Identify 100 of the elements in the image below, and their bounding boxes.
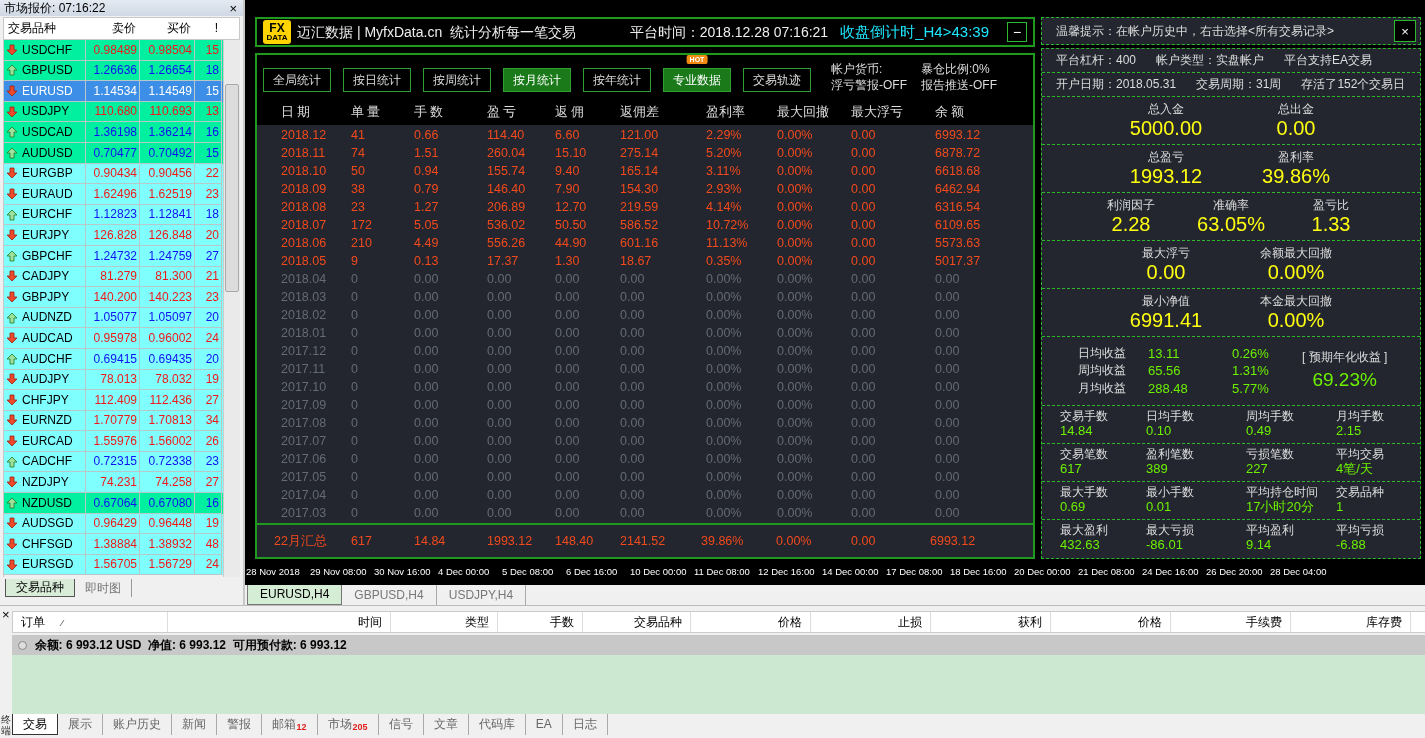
tab[interactable]: 即时图 — [75, 579, 132, 597]
quote-row[interactable]: USDJPY 110.680 110.693 13 — [4, 101, 223, 123]
table-cell-text: 0.00 — [935, 397, 961, 413]
stats-button[interactable]: 按月统计 — [503, 68, 571, 92]
quote-row[interactable]: EURAUD 1.62496 1.62519 23 — [4, 184, 223, 205]
account-info: 报告推送-OFF — [921, 78, 998, 93]
table-cell-text: 0.66 — [414, 127, 440, 143]
account-info: 交易周期：31周 — [1196, 77, 1282, 92]
table-cell-text: 0.00 — [555, 361, 581, 377]
table-cell-text: 0.00% — [777, 163, 814, 179]
table-cell-text: 121.00 — [620, 127, 660, 143]
table-cell-text: 206.89 — [487, 199, 527, 215]
quote-row[interactable]: AUDNZD 1.05077 1.05097 20 — [4, 307, 223, 329]
tab[interactable]: 日志 — [562, 714, 608, 735]
quote-row[interactable]: NZDJPY 74.231 74.258 27 — [4, 472, 223, 494]
table-cell-text: 0.00 — [555, 451, 581, 467]
quote-row[interactable]: GBPCHF 1.24732 1.24759 27 — [4, 245, 223, 267]
quote-row[interactable]: NZDUSD 0.67064 0.67080 16 — [4, 493, 223, 514]
stat-label: 利润因子 — [1107, 198, 1155, 213]
quote-row[interactable]: EURSGD 1.56705 1.56729 24 — [4, 554, 223, 576]
scrollbar[interactable] — [223, 40, 240, 577]
stats-button[interactable]: 交易轨迹 — [743, 68, 811, 92]
quote-row[interactable]: CHFJPY 112.409 112.436 27 — [4, 390, 223, 411]
symbol-name: EURGBP — [22, 166, 73, 181]
table-cell-text: 260.04 — [487, 145, 527, 161]
table-cell-text: 0 — [351, 379, 359, 395]
spread: 18 — [205, 63, 219, 78]
symbol-name: EURAUD — [22, 186, 73, 202]
stat-value: 0.26% — [1232, 345, 1270, 362]
quote-row[interactable]: AUDUSD 0.70477 0.70492 15 — [4, 142, 223, 164]
stat-label: 交易手数 — [1060, 409, 1108, 424]
close-button[interactable]: × — [0, 608, 12, 621]
quote-row[interactable]: CADJPY 81.279 81.300 21 — [4, 266, 223, 288]
table-cell-text: 0.00 — [620, 451, 646, 467]
chart-tab[interactable]: USDJPY,H4 — [436, 585, 527, 605]
quote-row[interactable]: AUDCAD 0.95978 0.96002 24 — [4, 328, 223, 349]
tab[interactable]: 交易品种 — [5, 579, 75, 597]
quote-row[interactable]: EURCHF 1.12823 1.12841 18 — [4, 204, 223, 226]
stat-label: 亏损笔数 — [1246, 447, 1294, 462]
chart-tab[interactable]: GBPUSD,H4 — [342, 585, 437, 605]
stat-label: 最大手数 — [1060, 485, 1108, 500]
table-cell-text: 2018.09 — [281, 181, 328, 197]
table-cell-text: 0 — [351, 505, 359, 521]
table-cell-text: 2018.04 — [281, 271, 328, 287]
tab[interactable]: 交易 — [11, 714, 58, 735]
stats-button[interactable]: 按年统计 — [583, 68, 651, 92]
table-cell-text: 1.51 — [414, 145, 440, 161]
quote-row[interactable]: GBPUSD 1.26636 1.26654 18 — [4, 60, 223, 82]
tab[interactable]: 信号 — [378, 714, 424, 735]
tab[interactable]: 新闻 — [171, 714, 217, 735]
table-cell-text: 18.67 — [620, 253, 653, 269]
tab[interactable]: 账户历史 — [102, 714, 172, 735]
column-header: 手 数 — [414, 104, 445, 120]
quote-row[interactable]: CHFSGD 1.38884 1.38932 48 — [4, 534, 223, 555]
stats-button[interactable]: 全局统计 — [263, 68, 331, 92]
axis-label: 12 Dec 16:00 — [758, 566, 816, 578]
quote-row[interactable]: USDCHF 0.98489 0.98504 15 — [4, 40, 223, 61]
tab[interactable]: EA — [525, 714, 563, 735]
column-header: 获利 — [930, 612, 1051, 632]
chart-tab[interactable]: EURUSD,H4 — [247, 585, 343, 605]
stat-value: 14.84 — [1060, 423, 1093, 439]
stat-value: 2.28 — [1111, 212, 1151, 235]
quote-row[interactable]: GBPJPY 140.200 140.223 23 — [4, 287, 223, 308]
quote-row[interactable]: EURCAD 1.55976 1.56002 26 — [4, 431, 223, 452]
tab[interactable]: 文章 — [423, 714, 469, 735]
quote-row[interactable]: EURJPY 126.828 126.848 20 — [4, 225, 223, 246]
table-cell-text: 0.00 — [620, 469, 646, 485]
price: 1.36198 — [93, 124, 137, 140]
stat-label: 总入金 — [1148, 102, 1184, 117]
stat-label: 平均交易 — [1336, 447, 1384, 462]
quote-row[interactable]: EURNZD 1.70779 1.70813 34 — [4, 410, 223, 432]
close-button[interactable]: × — [1394, 20, 1416, 42]
table-cell-text: 0.00 — [620, 325, 646, 341]
axis-label: 28 Dec 04:00 — [1270, 566, 1328, 578]
quote-row[interactable]: AUDCHF 0.69415 0.69435 20 — [4, 348, 223, 370]
stat-value: 65.56 — [1148, 363, 1182, 379]
stat-value: 63.05% — [1197, 212, 1265, 235]
quote-row[interactable]: AUDJPY 78.013 78.032 19 — [4, 369, 223, 391]
stats-button[interactable]: 专业数据 — [663, 68, 731, 92]
table-cell-text: 0.00 — [414, 343, 440, 359]
quote-row[interactable]: USDCAD 1.36198 1.36214 16 — [4, 122, 223, 143]
table-cell-text: 0.00 — [851, 271, 877, 287]
spread: 20 — [205, 227, 219, 243]
summary-cell-text: 22月汇总 — [274, 533, 328, 549]
table-cell-text: 0 — [351, 469, 359, 485]
tab[interactable]: 警报 — [216, 714, 262, 735]
close-button[interactable]: × — [227, 1, 239, 15]
price: 81.279 — [100, 269, 137, 284]
table-cell-text: 0.00% — [777, 361, 814, 377]
minimize-button[interactable]: − — [1007, 22, 1027, 42]
symbol-name: NZDJPY — [22, 475, 69, 490]
tab[interactable]: 展示 — [57, 714, 103, 735]
tab[interactable]: 代码库 — [468, 714, 526, 735]
quote-row[interactable]: CADCHF 0.72315 0.72338 23 — [4, 451, 223, 473]
table-cell-text: 0.00 — [487, 415, 513, 431]
quote-row[interactable]: EURGBP 0.90434 0.90456 22 — [4, 163, 223, 185]
stats-button[interactable]: 按日统计 — [343, 68, 411, 92]
stat-label: 月均收益 — [1078, 380, 1127, 397]
quote-row[interactable]: AUDSGD 0.96429 0.96448 19 — [4, 513, 223, 535]
stats-button[interactable]: 按周统计 — [423, 68, 491, 92]
